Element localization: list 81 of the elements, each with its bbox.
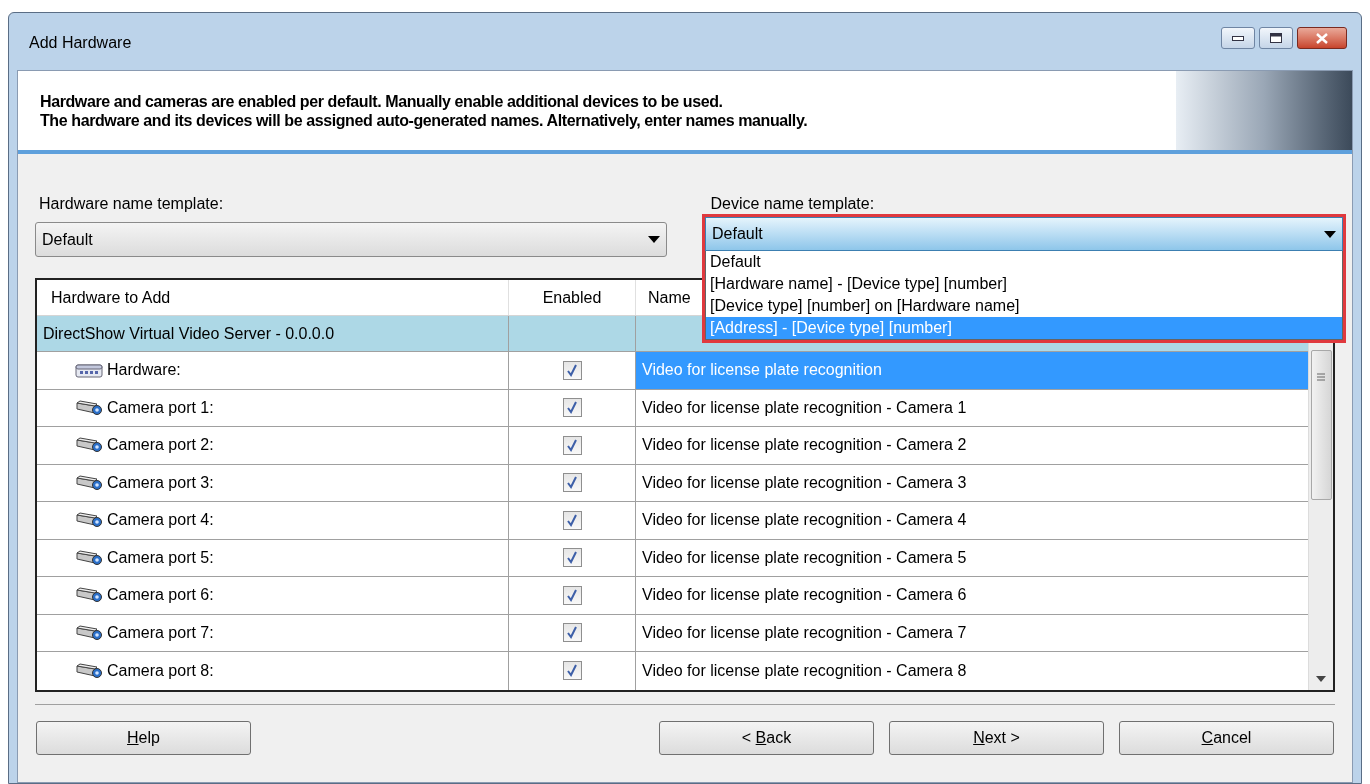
scrollbar-thumb[interactable] (1310, 350, 1332, 500)
device-cell[interactable]: Camera port 4: (37, 502, 509, 539)
scroll-down-icon[interactable] (1316, 675, 1326, 682)
device-label: Camera port 6: (107, 585, 214, 606)
minimize-button[interactable] (1221, 27, 1255, 49)
enabled-checkbox[interactable] (562, 623, 582, 643)
device-label: Camera port 4: (107, 510, 214, 531)
name-cell[interactable]: Video for license plate recognition - Camera 7 (636, 614, 1308, 651)
name-cell[interactable]: Video for license plate recognition - Camera 2 (636, 427, 1308, 464)
name-cell[interactable]: Video for license plate recognition - Camera 4 (636, 502, 1308, 539)
device-cell[interactable]: Camera port 3: (37, 464, 509, 501)
maximize-icon (1270, 33, 1282, 43)
enabled-checkbox[interactable] (562, 360, 582, 380)
dropdown[interactable]: Default (705, 217, 1343, 251)
enabled-checkbox[interactable] (562, 548, 582, 568)
camera-icon (75, 549, 103, 566)
camera-icon (75, 474, 103, 491)
close-button[interactable] (1297, 27, 1347, 49)
device-cell[interactable]: Camera port 1: (37, 389, 509, 426)
field-label: Hardware name template: (38, 194, 225, 214)
device-cell[interactable]: Hardware: (37, 352, 509, 389)
group-row-cell[interactable]: DirectShow Virtual Video Server - 0.0.0.0 (37, 316, 509, 351)
enabled-checkbox[interactable] (562, 473, 582, 493)
enabled-checkbox[interactable] (562, 661, 582, 681)
checkmark-icon (566, 401, 578, 415)
device-label: Camera port 3: (107, 472, 214, 493)
column-header[interactable]: Enabled (509, 280, 636, 315)
device-label: Hardware: (107, 360, 181, 381)
camera-icon (75, 662, 103, 679)
grip-icon (1317, 373, 1325, 383)
dialog-button[interactable]: Next > (889, 720, 1104, 755)
caret-icon (1324, 230, 1336, 238)
camera-icon (75, 399, 103, 416)
checkmark-icon (566, 476, 578, 490)
device-cell[interactable]: Camera port 2: (37, 427, 509, 464)
device-cell[interactable]: Camera port 6: (37, 577, 509, 614)
dropdown-option[interactable]: [Hardware name] - [Device type] [number] (706, 273, 1342, 295)
dialog-button[interactable]: < Back (659, 720, 874, 755)
name-cell[interactable]: Video for license plate recognition - Camera 5 (636, 539, 1308, 576)
field-label: Device name template: (709, 194, 876, 214)
checkmark-icon (566, 513, 578, 527)
name-cell[interactable]: Video for license plate recognition - Camera 1 (636, 389, 1308, 426)
window-title: Add Hardware (28, 32, 132, 53)
minimize-icon (1232, 35, 1244, 41)
device-label: Camera port 2: (107, 435, 214, 456)
device-cell[interactable]: Camera port 7: (37, 614, 509, 651)
hardware-icon (75, 362, 103, 379)
device-label: Camera port 1: (107, 397, 214, 418)
caret-icon (647, 236, 660, 243)
name-cell[interactable]: Video for license plate recognition - Camera 8 (636, 652, 1308, 690)
instruction-text: Hardware and cameras are enabled per default. Manually enable additional devices to be used. (40, 91, 724, 111)
checkmark-icon (566, 551, 578, 565)
dropdown-option[interactable]: Default (706, 251, 1342, 273)
device-label: Camera port 5: (107, 547, 214, 568)
dialog-button[interactable]: Cancel (1119, 720, 1334, 755)
camera-icon (75, 587, 103, 604)
device-cell[interactable]: Camera port 5: (37, 539, 509, 576)
checkmark-icon (566, 438, 578, 452)
device-label: Camera port 7: (107, 622, 214, 643)
dropdown-option[interactable]: [Device type] [number] on [Hardware name] (706, 295, 1342, 317)
camera-icon (75, 437, 103, 454)
maximize-button[interactable] (1259, 27, 1293, 49)
camera-icon (75, 624, 103, 641)
enabled-checkbox[interactable] (562, 398, 582, 418)
name-cell[interactable]: Video for license plate recognition - Camera 6 (636, 577, 1308, 614)
dialog-button[interactable]: Help (36, 720, 251, 755)
enabled-checkbox[interactable] (562, 510, 582, 530)
enabled-checkbox[interactable] (562, 585, 582, 605)
dropdown[interactable]: Default (35, 222, 667, 257)
camera-icon (75, 512, 103, 529)
close-icon (1316, 32, 1328, 44)
enabled-checkbox[interactable] (562, 435, 582, 455)
column-header[interactable]: Hardware to Add (37, 280, 509, 315)
name-cell[interactable]: Video for license plate recognition - Camera 3 (636, 464, 1308, 501)
checkmark-icon (566, 626, 578, 640)
device-label: Camera port 8: (107, 660, 214, 681)
checkmark-icon (566, 664, 578, 678)
device-cell[interactable]: Camera port 8: (37, 652, 509, 690)
checkmark-icon (566, 363, 578, 377)
checkmark-icon (566, 588, 578, 602)
instruction-text: The hardware and its devices will be assigned auto-generated names. Alternatively, enter names manually. (40, 110, 808, 130)
